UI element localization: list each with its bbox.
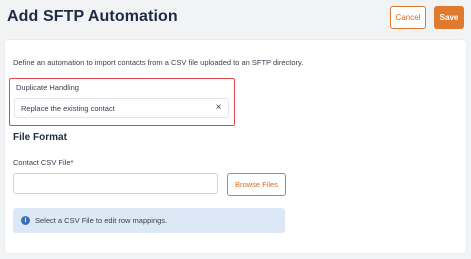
- duplicate-handling-select[interactable]: Replace the existing contact ×: [14, 98, 229, 118]
- save-button[interactable]: Save: [434, 6, 464, 29]
- automation-form-card: Define an automation to import contacts …: [5, 40, 466, 253]
- duplicate-handling-value: Replace the existing contact: [21, 104, 115, 113]
- info-message: i Select a CSV File to edit row mappings…: [13, 208, 285, 233]
- duplicate-handling-highlight: Duplicate Handling Replace the existing …: [9, 78, 235, 126]
- clear-icon[interactable]: ×: [213, 102, 224, 114]
- contact-csv-label: Contact CSV File*: [13, 158, 74, 167]
- form-description: Define an automation to import contacts …: [13, 58, 304, 67]
- browse-files-button[interactable]: Browse Files: [227, 173, 286, 196]
- page-title: Add SFTP Automation: [7, 8, 178, 25]
- info-message-text: Select a CSV File to edit row mappings.: [35, 216, 168, 225]
- header-bar: Add SFTP Automation Cancel Save: [0, 0, 471, 38]
- cancel-button[interactable]: Cancel: [390, 6, 426, 29]
- info-icon: i: [21, 216, 30, 225]
- file-format-heading: File Format: [13, 132, 67, 143]
- duplicate-handling-label: Duplicate Handling: [16, 83, 79, 92]
- contact-csv-input[interactable]: [13, 173, 218, 194]
